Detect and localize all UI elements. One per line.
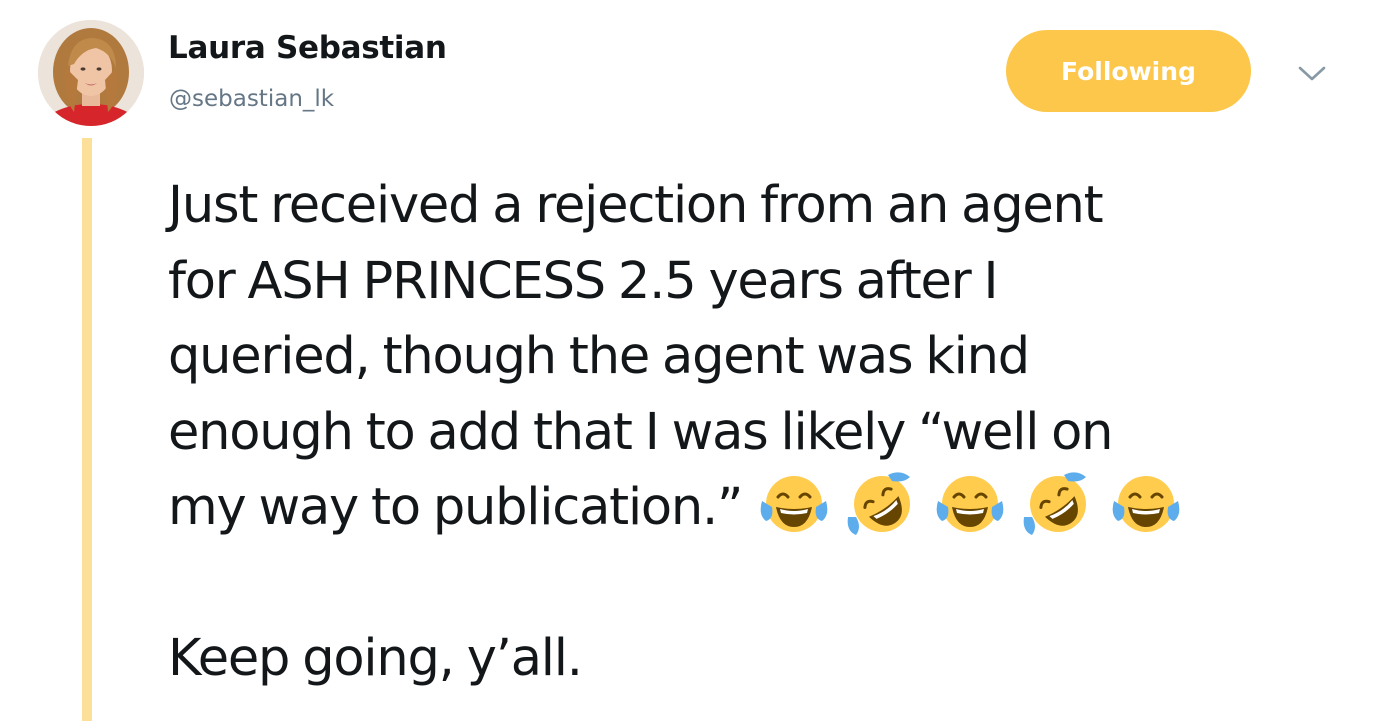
tweet-card: Laura Sebastian @sebastian_lk Following … — [0, 0, 1380, 721]
tweet-text-line: queried, though the agent was kind — [168, 327, 1030, 386]
tweet-text-last-line: my way to publication.” — [168, 470, 1358, 546]
rolling-on-the-floor-laughing-icon — [1020, 471, 1096, 537]
rolling-on-the-floor-laughing-icon — [844, 471, 920, 537]
avatar[interactable] — [38, 20, 144, 126]
tweet-closing-line: Keep going, y’all. — [168, 629, 583, 688]
paragraph-break — [168, 546, 1358, 622]
tweet-text-line: enough to add that I was likely “well on — [168, 402, 1113, 462]
user-handle[interactable]: @sebastian_lk — [169, 86, 334, 112]
chevron-down-icon[interactable] — [1294, 60, 1330, 86]
face-with-tears-of-joy-icon — [932, 471, 1008, 537]
thread-line — [82, 138, 92, 721]
tweet-text: Just received a rejection from an agent … — [168, 168, 1358, 697]
emoji-row — [756, 471, 1196, 537]
tweet-text-line: my way to publication.” — [168, 478, 743, 537]
avatar-image — [38, 20, 144, 126]
face-with-tears-of-joy-icon — [756, 471, 832, 537]
tweet-text-line: Just received a rejection from an agent — [168, 176, 1104, 235]
display-name[interactable]: Laura Sebastian — [168, 30, 447, 66]
face-with-tears-of-joy-icon — [1108, 471, 1184, 537]
following-button[interactable]: Following — [1006, 30, 1251, 112]
tweet-text-line: for ASH PRINCESS 2.5 years after I — [168, 251, 999, 311]
following-button-label: Following — [1061, 56, 1196, 86]
